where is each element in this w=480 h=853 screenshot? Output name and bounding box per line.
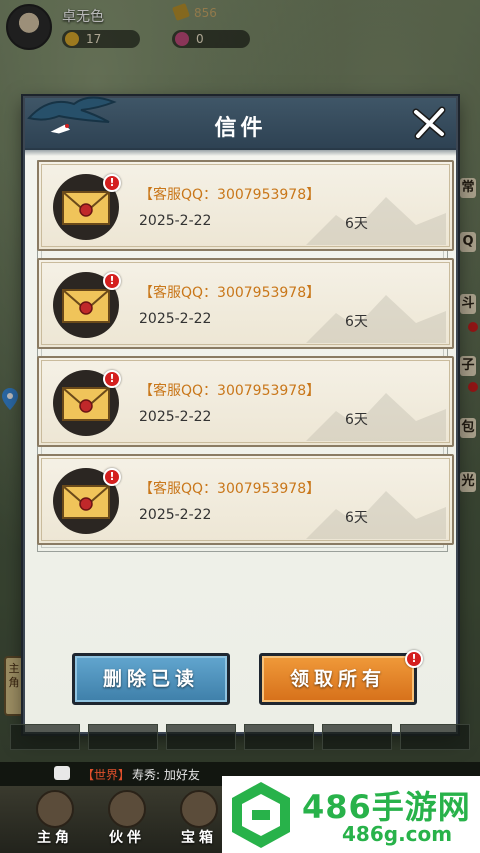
mountain-decoration	[306, 295, 446, 343]
envelope-icon: !	[51, 466, 121, 536]
watermark-domain: 486g.com	[342, 822, 453, 846]
slot[interactable]	[88, 724, 158, 750]
mail-date: 2025-2-22	[139, 311, 212, 327]
chat-bubble-icon	[54, 766, 70, 780]
mail-item[interactable]: ! 【客服QQ：3007953978】 2025-2-22 6天	[37, 454, 454, 545]
mail-sender: 【客服QQ：3007953978】	[139, 481, 321, 497]
mountain-decoration	[306, 197, 446, 245]
chat-channel: 【世界】	[82, 768, 131, 782]
mail-expire-time: 6天	[345, 314, 368, 330]
mail-sender: 【客服QQ：3007953978】	[139, 187, 321, 203]
close-icon[interactable]	[412, 106, 446, 140]
nav-item-partner[interactable]: 伙伴	[92, 786, 162, 853]
watermark: 486手游网 486g.com	[222, 776, 480, 853]
mountain-decoration	[306, 393, 446, 441]
unread-badge: !	[103, 272, 121, 290]
nav-item-hero[interactable]: 主角	[20, 786, 90, 853]
mail-date: 2025-2-22	[139, 213, 212, 229]
mail-expire-time: 6天	[345, 510, 368, 526]
envelope-icon: !	[51, 270, 121, 340]
slot[interactable]	[244, 724, 314, 750]
mail-panel-header: 信件	[25, 96, 456, 156]
mail-item[interactable]: ! 【客服QQ：3007953978】 2025-2-22 6天	[37, 258, 454, 349]
mountain-decoration	[306, 491, 446, 539]
nav-label: 伙伴	[109, 830, 145, 846]
mail-expire-time: 6天	[345, 412, 368, 428]
envelope-icon: !	[51, 368, 121, 438]
bottom-slots	[10, 724, 470, 752]
unread-badge: !	[103, 468, 121, 486]
slot[interactable]	[322, 724, 392, 750]
mail-panel-title: 信件	[214, 115, 267, 141]
chat-message: 寿秀: 加好友	[132, 768, 200, 782]
unread-badge: !	[103, 370, 121, 388]
mail-date: 2025-2-22	[139, 507, 212, 523]
hero-icon	[36, 790, 74, 828]
mail-date: 2025-2-22	[139, 409, 212, 425]
watermark-logo-icon	[232, 782, 290, 848]
claim-all-button[interactable]: 领取所有	[259, 653, 417, 705]
delete-read-button[interactable]: 删除已读	[72, 653, 230, 705]
slot[interactable]	[166, 724, 236, 750]
slot[interactable]	[10, 724, 80, 750]
envelope-icon: !	[51, 172, 121, 242]
slot[interactable]	[400, 724, 470, 750]
mail-item[interactable]: ! 【客服QQ：3007953978】 2025-2-22 6天	[37, 356, 454, 447]
mail-panel: 信件 ! 【客服QQ：3007953978】 2025-2-22 6天 ! 【客…	[23, 96, 458, 734]
nav-label: 主角	[37, 830, 73, 846]
mail-sender: 【客服QQ：3007953978】	[139, 285, 321, 301]
mail-item[interactable]: ! 【客服QQ：3007953978】 2025-2-22 6天	[37, 160, 454, 251]
unread-badge: !	[103, 174, 121, 192]
claim-badge: !	[405, 650, 423, 668]
partner-icon	[108, 790, 146, 828]
chest-icon	[180, 790, 218, 828]
mail-expire-time: 6天	[345, 216, 368, 232]
mail-sender: 【客服QQ：3007953978】	[139, 383, 321, 399]
